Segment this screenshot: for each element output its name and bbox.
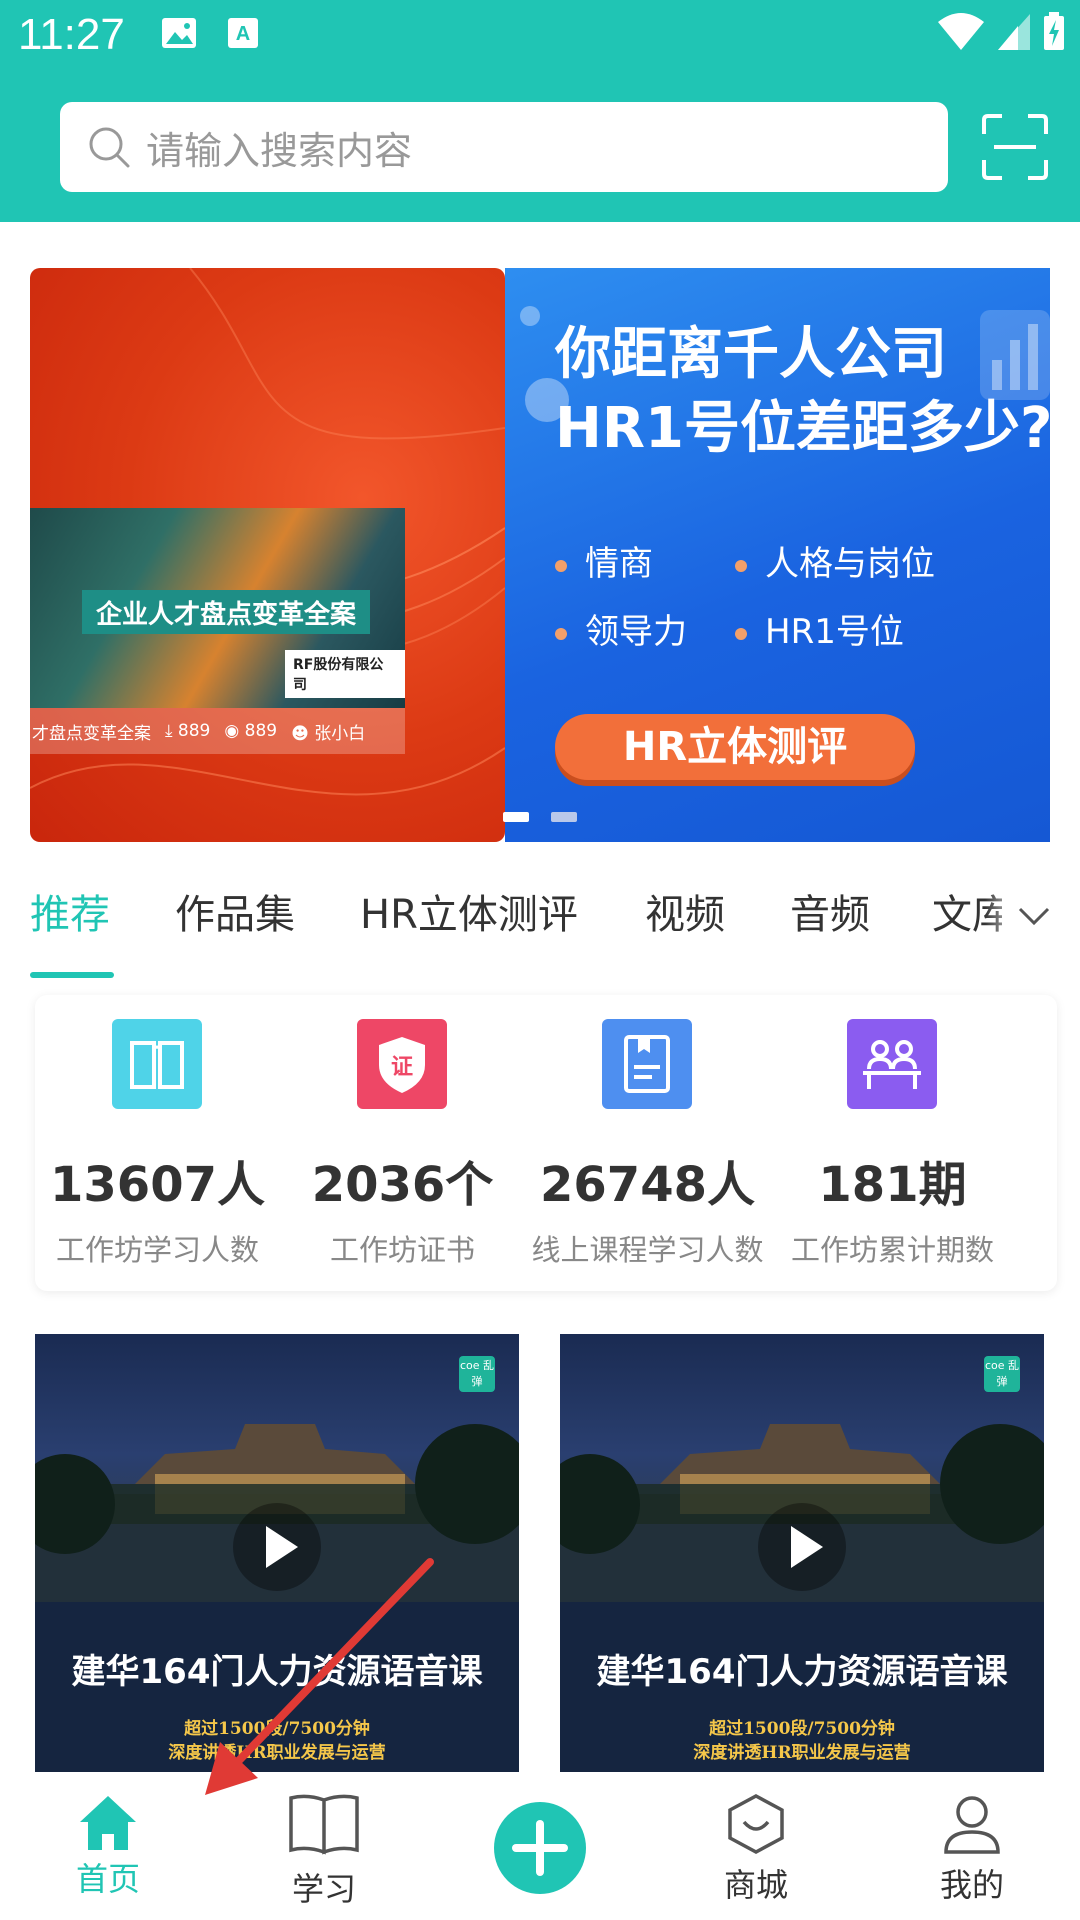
course-subtitle: 超过1500段/7500分钟 [184, 1719, 370, 1739]
carousel-dot[interactable] [551, 812, 577, 822]
app-header: 11:27 A 请输入搜索内容 [0, 0, 1080, 222]
play-icon[interactable] [232, 1502, 322, 1592]
category-tabs: 推荐 作品集 HR立体测评 视频 音频 文库 [0, 880, 1080, 980]
stat-value: 13607人 [50, 1157, 265, 1213]
classroom-icon [847, 1019, 937, 1109]
card-meta-title: 才盘点变革全案 [32, 723, 151, 744]
chevron-down-icon[interactable] [1016, 898, 1052, 934]
stat-label: 工作坊累计期数 [790, 1233, 994, 1267]
decor-bubble [520, 306, 540, 326]
search-bar[interactable]: 请输入搜索内容 [60, 102, 948, 192]
search-placeholder: 请输入搜索内容 [146, 128, 413, 173]
download-count: ⤓ 889 [165, 721, 211, 741]
certificate-shield-icon: 证 [357, 1019, 447, 1109]
text-notification-icon: A [228, 18, 258, 48]
bullet-item: 领导力 [555, 604, 687, 653]
stat-value: 2036个 [311, 1157, 494, 1213]
stat-label: 工作坊证书 [329, 1233, 475, 1267]
course-cover-image: 企业人才盘点变革全案 RF股份有限公司 [30, 508, 405, 708]
document-icon [602, 1019, 692, 1109]
hr-assessment-button[interactable]: HR立体测评 [555, 714, 915, 780]
nav-label: 商城 [723, 1866, 788, 1904]
tab-audio[interactable]: 音频 [790, 880, 870, 950]
download-count-value: 889 [177, 721, 211, 741]
banner-slide-talent-review[interactable]: 企业人才盘点变革全案 RF股份有限公司 才盘点变革全案 ⤓ 889 ◉ 889 … [30, 268, 505, 842]
tab-portfolio[interactable]: 作品集 [175, 880, 295, 950]
stat-value: 181期 [818, 1157, 967, 1213]
bullet-item: 人格与岗位 [735, 536, 935, 585]
course-subtitle: 深度讲透HR职业发展与运营 [693, 1743, 911, 1763]
nav-home[interactable]: 首页 [28, 1772, 188, 1920]
view-count: ◉ 889 [224, 721, 278, 741]
tab-video[interactable]: 视频 [645, 880, 725, 950]
status-time: 11:27 [18, 10, 125, 59]
bottom-navigation: 首页 学习 商城 我的 [0, 1772, 1080, 1920]
shopping-bag-smile-icon [728, 1794, 784, 1854]
tab-hr-assessment[interactable]: HR立体测评 [360, 880, 578, 950]
active-tab-indicator [30, 972, 114, 978]
course-subtitle: 深度讲透HR职业发展与运营 [168, 1743, 386, 1763]
stat-label: 工作坊学习人数 [55, 1233, 259, 1267]
battery-charging-icon [1044, 12, 1064, 50]
svg-text:A: A [236, 23, 250, 45]
nav-learn[interactable]: 学习 [244, 1772, 404, 1920]
author-name: 张小白 [314, 723, 366, 744]
cell-signal-icon [998, 14, 1030, 50]
brand-logo: coe 乱弹 [459, 1356, 495, 1392]
nav-label: 首页 [75, 1860, 140, 1898]
view-count-value: 889 [244, 721, 278, 741]
banner-headline: 你距离千人公司 HR1号位差距多少? [555, 318, 1050, 466]
carousel-dot-active[interactable] [503, 812, 529, 822]
nav-mall[interactable]: 商城 [676, 1772, 836, 1920]
open-book-icon [289, 1794, 359, 1855]
nav-label: 我的 [939, 1866, 1004, 1904]
stat-label: 线上课程学习人数 [531, 1233, 764, 1267]
course-subtitle: 超过1500段/7500分钟 [709, 1719, 895, 1739]
course-title: 建华164门人力资源语音课 [71, 1652, 483, 1692]
banner-slide-hr-assessment[interactable]: 你距离千人公司 HR1号位差距多少? 情商 人格与岗位 领导力 HR1号位 HR… [505, 268, 1050, 842]
bullet-item: HR1号位 [735, 604, 904, 653]
wifi-icon [938, 13, 984, 50]
card-meta: 才盘点变革全案 ⤓ 889 ◉ 889 ☻ 张小白 [30, 708, 405, 754]
tab-recommend[interactable]: 推荐 [30, 880, 110, 950]
play-icon[interactable] [757, 1502, 847, 1592]
user-icon [944, 1796, 1000, 1854]
stats-card: 13607人 工作坊学习人数 证 2036个 工作坊证书 26748人 线上课程… [35, 995, 1057, 1291]
course-title: 建华164门人力资源语音课 [596, 1652, 1008, 1692]
card-company-badge: RF股份有限公司 [285, 650, 405, 698]
stat-value: 26748人 [540, 1157, 755, 1213]
status-indicators [936, 12, 1066, 52]
create-button[interactable] [494, 1802, 586, 1894]
gallery-notification-icon [162, 18, 196, 48]
nav-mine[interactable]: 我的 [892, 1772, 1052, 1920]
bullet-item: 情商 [555, 536, 653, 585]
plus-icon [512, 1820, 568, 1876]
brand-logo: coe 乱弹 [984, 1356, 1020, 1392]
search-icon [89, 127, 130, 168]
headline-line-1: 你距离千人公司 [555, 322, 947, 387]
card-title: 企业人才盘点变革全案 [82, 590, 371, 634]
author: ☻ 张小白 [291, 723, 366, 744]
nav-label: 学习 [291, 1870, 356, 1908]
scan-icon[interactable] [980, 112, 1050, 182]
headline-line-2: HR1号位差距多少? [555, 396, 1050, 461]
book-icon [112, 1019, 202, 1109]
home-icon [80, 1796, 136, 1850]
svg-text:证: 证 [391, 1055, 413, 1080]
